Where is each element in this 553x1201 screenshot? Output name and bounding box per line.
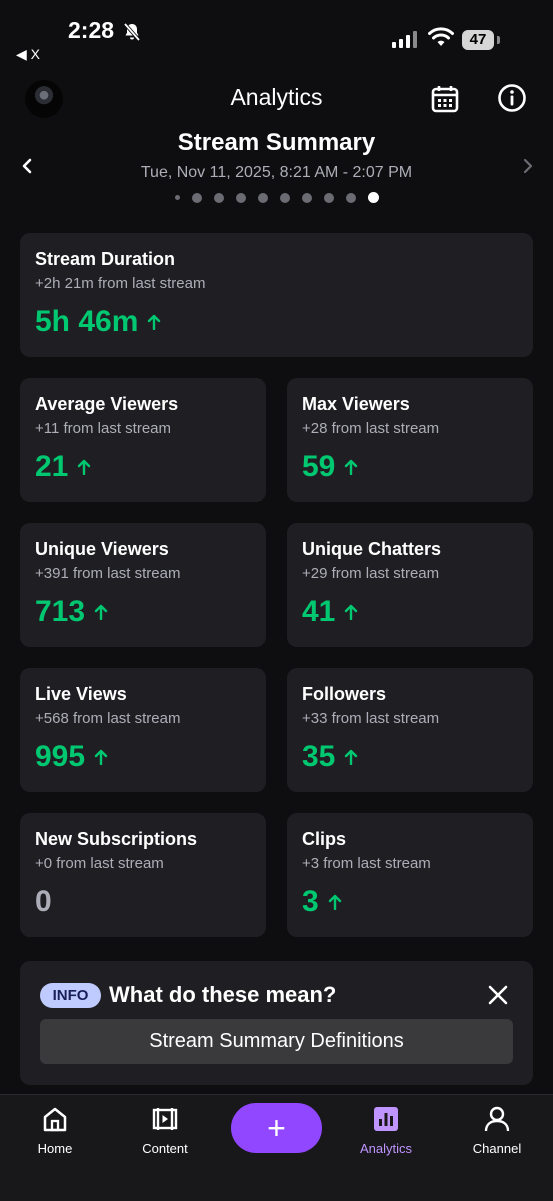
page-dot[interactable]: [345, 192, 356, 203]
arrow-up-icon: [328, 894, 341, 910]
unique-viewers-card: Unique Viewers +391 from last stream 713: [20, 523, 266, 647]
summary-date-range: Tue, Nov 11, 2025, 8:21 AM - 2:07 PM: [140, 164, 413, 181]
card-title: Unique Viewers: [35, 539, 169, 559]
page-dot-active[interactable]: [367, 192, 379, 203]
card-title: Stream Duration: [35, 249, 176, 269]
page-dot[interactable]: [191, 192, 202, 203]
card-title: Average Viewers: [35, 394, 179, 414]
value-text: 0: [35, 885, 52, 918]
card-subtitle: +3 from last stream: [302, 855, 431, 872]
nav-label: Content: [142, 1141, 188, 1156]
chevron-right-icon[interactable]: [518, 156, 538, 176]
live-views-card: Live Views +568 from last stream 995: [20, 668, 266, 792]
card-title: Max Viewers: [302, 394, 410, 414]
stream-duration-card: Stream Duration +2h 21m from last stream…: [20, 233, 533, 357]
page-title: Analytics: [230, 84, 323, 110]
page-indicator[interactable]: [0, 192, 553, 203]
back-to-app-link[interactable]: ◀ X: [16, 46, 40, 63]
value-text: 3: [302, 885, 319, 918]
max-viewers-card: Max Viewers +28 from last stream 59: [287, 378, 533, 502]
chevron-left-icon[interactable]: [18, 156, 38, 176]
info-question: What do these mean?: [109, 982, 337, 1007]
card-value: 713: [35, 595, 108, 629]
nav-label: Analytics: [359, 1141, 413, 1156]
page-dot[interactable]: [279, 192, 290, 203]
page-dot[interactable]: [257, 192, 268, 203]
bar-chart-icon: [374, 1107, 398, 1131]
card-subtitle: +0 from last stream: [35, 855, 164, 872]
arrow-up-icon: [345, 459, 358, 475]
wifi-icon: [428, 27, 454, 46]
value-text: 21: [35, 450, 69, 483]
card-title: Clips: [302, 829, 347, 849]
card-subtitle: +11 from last stream: [35, 420, 172, 437]
card-title: Followers: [302, 684, 387, 704]
value-text: 713: [35, 595, 86, 628]
card-subtitle: +568 from last stream: [35, 710, 181, 727]
status-time: 2:28: [68, 17, 115, 43]
page-dot[interactable]: [323, 192, 334, 203]
card-value: 0: [35, 885, 52, 919]
followers-card: Followers +33 from last stream 35: [287, 668, 533, 792]
card-title: Live Views: [35, 684, 127, 704]
arrow-up-icon: [148, 314, 161, 330]
video-content-icon: [152, 1108, 178, 1130]
nav-item-home[interactable]: Home: [10, 1105, 100, 1156]
card-value: 21: [35, 450, 91, 484]
arrow-up-icon: [94, 604, 108, 620]
average-viewers-card: Average Viewers +11 from last stream 21: [20, 378, 266, 502]
nav-item-analytics[interactable]: Analytics: [341, 1105, 431, 1156]
card-subtitle: +29 from last stream: [302, 565, 440, 582]
create-button[interactable]: +: [231, 1103, 322, 1153]
nav-item-channel[interactable]: Channel: [452, 1105, 542, 1156]
card-subtitle: +391 from last stream: [35, 565, 181, 582]
value-text: 5h 46m: [35, 305, 139, 338]
arrow-up-icon: [345, 749, 358, 765]
card-value: 5h 46m: [35, 305, 161, 339]
definitions-banner: INFO What do these mean? Stream Summary …: [20, 961, 533, 1085]
summary-title: Stream Summary: [177, 129, 376, 156]
card-value: 3: [302, 885, 342, 919]
battery-nub: [497, 36, 500, 44]
bottom-nav: Home Content + Analytics Channel: [0, 1094, 553, 1201]
page-dot[interactable]: [235, 192, 246, 203]
value-text: 995: [35, 740, 86, 773]
card-value: 995: [35, 740, 108, 774]
close-icon[interactable]: [486, 983, 510, 1007]
card-value: 59: [302, 450, 358, 484]
bell-muted-icon: [123, 22, 141, 42]
value-text: 59: [302, 450, 336, 483]
page-dot[interactable]: [174, 195, 180, 200]
card-title: New Subscriptions: [35, 829, 198, 849]
stream-summary-definitions-button[interactable]: Stream Summary Definitions: [40, 1019, 513, 1064]
card-value: 35: [302, 740, 358, 774]
value-text: 41: [302, 595, 336, 628]
info-icon[interactable]: [497, 83, 527, 113]
arrow-up-icon: [345, 604, 358, 620]
new-subscriptions-card: New Subscriptions +0 from last stream 0: [20, 813, 266, 937]
home-icon: [43, 1107, 67, 1132]
arrow-up-icon: [94, 749, 108, 765]
cellular-signal-icon: [392, 30, 417, 48]
battery-indicator: 47: [462, 30, 494, 50]
card-title: Unique Chatters: [302, 539, 442, 559]
person-icon: [484, 1106, 510, 1132]
nav-item-content[interactable]: Content: [120, 1105, 210, 1156]
page-dot[interactable]: [301, 192, 312, 203]
clips-card: Clips +3 from last stream 3: [287, 813, 533, 937]
page-dot[interactable]: [213, 192, 224, 203]
card-subtitle: +28 from last stream: [302, 420, 440, 437]
unique-chatters-card: Unique Chatters +29 from last stream 41: [287, 523, 533, 647]
plus-icon: +: [267, 1110, 286, 1146]
value-text: 35: [302, 740, 336, 773]
status-bar: 2:28 ◀ X 47: [0, 0, 553, 64]
nav-label: Home: [37, 1141, 73, 1156]
info-badge: INFO: [40, 983, 101, 1008]
arrow-up-icon: [78, 459, 91, 475]
card-value: 41: [302, 595, 358, 629]
calendar-icon[interactable]: [430, 84, 460, 114]
card-subtitle: +33 from last stream: [302, 710, 440, 727]
nav-label: Channel: [472, 1141, 522, 1156]
card-subtitle: +2h 21m from last stream: [35, 275, 206, 292]
